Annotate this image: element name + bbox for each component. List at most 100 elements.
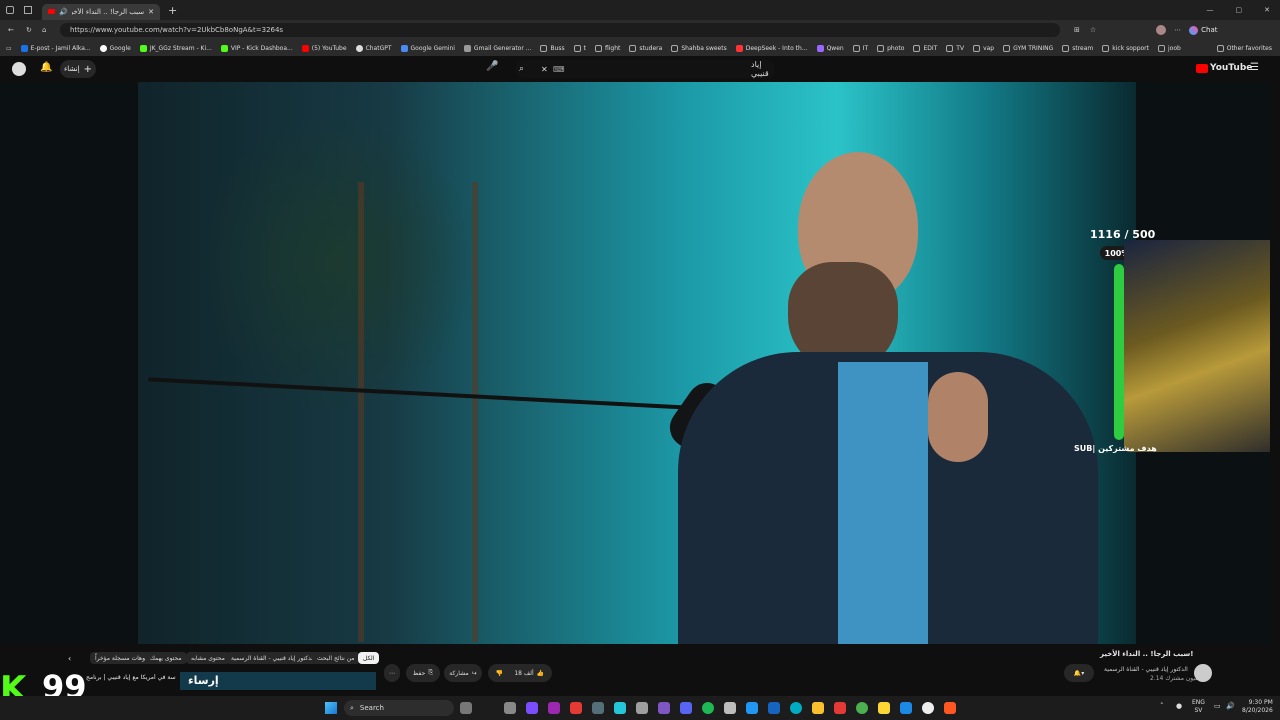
app-icon[interactable]: [724, 702, 736, 714]
bookmark-folder[interactable]: joob: [1158, 44, 1181, 52]
bookmark-folder[interactable]: Buss: [540, 44, 565, 52]
app-icon[interactable]: [526, 702, 538, 714]
brave-icon[interactable]: [944, 702, 956, 714]
channel-avatar[interactable]: [1194, 664, 1212, 682]
tab-close-icon[interactable]: ✕: [148, 8, 154, 16]
chrome-icon[interactable]: [856, 702, 868, 714]
home-icon[interactable]: ⌂: [42, 26, 46, 34]
start-button-icon[interactable]: [325, 702, 337, 714]
bookmark-item[interactable]: Gmail Generator ...: [463, 44, 531, 52]
bookmark-item[interactable]: JK_GGz Stream - Ki...: [139, 44, 212, 52]
app-icon[interactable]: [548, 702, 560, 714]
steam-icon[interactable]: [900, 702, 912, 714]
bookmark-item[interactable]: Google: [99, 44, 131, 52]
close-window-icon[interactable]: ✕: [1264, 6, 1270, 14]
app-icon[interactable]: [614, 702, 626, 714]
back-icon[interactable]: ←: [8, 26, 14, 34]
clock[interactable]: 9:30 PM 8/20/2026: [1242, 699, 1273, 715]
file-explorer-icon[interactable]: [878, 702, 890, 714]
bookmark-folder[interactable]: Shahba sweets: [671, 44, 727, 52]
bookmark-item[interactable]: Qwen: [816, 44, 844, 52]
account-avatar[interactable]: [12, 62, 26, 76]
minimize-icon[interactable]: —: [1207, 6, 1214, 14]
extensions-icon[interactable]: ⊞: [1074, 26, 1080, 34]
bookmark-item[interactable]: E-post - Jamil Alka...: [20, 44, 91, 52]
speaker-icon[interactable]: 🔊: [59, 8, 68, 16]
hamburger-menu-icon[interactable]: ☰: [1250, 62, 1259, 73]
app-icon[interactable]: [658, 702, 670, 714]
chips-prev-icon[interactable]: ‹: [68, 654, 71, 663]
taskbar-search[interactable]: ⌕ Search: [344, 700, 454, 716]
subscribe-bell-button[interactable]: 🔔▾: [1064, 664, 1094, 682]
tab-youtube[interactable]: 🔊 سبب الرجا! .. النداء الأخيرا ✕: [42, 3, 160, 20]
app-icon[interactable]: [922, 702, 934, 714]
volume-icon[interactable]: 🔊: [1226, 702, 1235, 710]
window-menu-icon[interactable]: [6, 6, 14, 14]
chip-for-you[interactable]: محتوى يهمك: [145, 652, 187, 664]
maximize-icon[interactable]: ▢: [1236, 6, 1243, 14]
language-indicator[interactable]: ENG SV: [1192, 699, 1205, 715]
copilot-icon[interactable]: [1189, 25, 1199, 35]
dislike-icon[interactable]: 👎: [496, 670, 503, 677]
bookmark-folder[interactable]: studera: [629, 44, 662, 52]
task-view-icon[interactable]: [460, 702, 472, 714]
bookmark-item[interactable]: VIP - Kick Dashboa...: [220, 44, 293, 52]
tab-actions-icon[interactable]: [24, 6, 32, 14]
app-icon[interactable]: [636, 702, 648, 714]
bookmark-folder[interactable]: EDIT: [913, 44, 937, 52]
bookmark-folder[interactable]: photo: [877, 44, 904, 52]
profile-avatar[interactable]: [1156, 25, 1167, 35]
bookmark-folder[interactable]: kick sopport: [1102, 44, 1149, 52]
rec-video-thumbnail[interactable]: إرساء: [180, 672, 376, 690]
notifications-icon[interactable]: 🔔: [40, 62, 52, 73]
spotify-icon[interactable]: [702, 702, 714, 714]
clear-search-icon[interactable]: ✕: [541, 65, 548, 74]
keyboard-icon[interactable]: ⌨: [553, 65, 565, 74]
url-field[interactable]: https://www.youtube.com/watch?v=2UkbCb8o…: [60, 23, 1060, 37]
app-icon[interactable]: [834, 702, 846, 714]
tray-icon[interactable]: ●: [1176, 702, 1182, 710]
youtube-logo[interactable]: YouTube: [1196, 63, 1252, 73]
channel-name[interactable]: الدكتور إياد قنيبي - القناة الرسمية: [1104, 666, 1188, 673]
bookmark-folder[interactable]: vap: [973, 44, 994, 52]
chip-search-results[interactable]: من نتائج البحث: [312, 652, 360, 664]
app-icon[interactable]: [680, 702, 692, 714]
app-icon[interactable]: [746, 702, 758, 714]
bookmark-folder[interactable]: stream: [1062, 44, 1093, 52]
more-actions-button[interactable]: ⋯: [384, 664, 400, 682]
tray-chevron-icon[interactable]: ˄: [1160, 702, 1164, 710]
search-icon[interactable]: ⌕: [519, 64, 524, 74]
share-button[interactable]: مشاركة ↪: [444, 664, 482, 682]
new-tab-button[interactable]: +: [168, 4, 177, 17]
settings-more-icon[interactable]: ⋯: [1174, 26, 1181, 34]
bookmark-item[interactable]: Google Gemini: [400, 44, 455, 52]
video-player[interactable]: 1116 / 500 100% SUB| هدف مشتركين: [0, 82, 1270, 644]
app-icon[interactable]: [768, 702, 780, 714]
refresh-icon[interactable]: ↻: [26, 26, 32, 34]
chip-all[interactable]: الكل: [358, 652, 380, 664]
bookmark-folder[interactable]: flight: [594, 44, 620, 52]
bookmark-folder[interactable]: GYM TRINING: [1003, 44, 1053, 52]
app-icon[interactable]: [570, 702, 582, 714]
voice-search-icon[interactable]: 🎤: [486, 61, 498, 72]
bookmark-folder[interactable]: IT: [852, 44, 868, 52]
bookmark-item[interactable]: DeepSeek - Into th...: [735, 44, 808, 52]
bookmark-item[interactable]: ChatGPT: [355, 44, 392, 52]
bookmark-folder[interactable]: t: [573, 44, 586, 52]
save-button[interactable]: حفظ ⎘: [406, 664, 440, 682]
app-icon[interactable]: [812, 702, 824, 714]
other-favorites[interactable]: Other favorites: [1216, 44, 1272, 52]
network-icon[interactable]: ▭: [1214, 702, 1221, 710]
favorites-icon[interactable]: ☆: [1090, 26, 1096, 34]
bookmark-menu-icon[interactable]: ▭: [6, 45, 12, 52]
like-icon[interactable]: 👍: [537, 670, 544, 677]
create-button[interactable]: إنشاء +: [60, 60, 96, 78]
app-icon[interactable]: [504, 702, 516, 714]
search-input[interactable]: ⌕ ✕ ⌨ إياد قنيبي: [515, 60, 775, 78]
bookmark-folder[interactable]: TV: [946, 44, 964, 52]
chat-label[interactable]: Chat: [1201, 26, 1217, 34]
bookmark-item[interactable]: (5) YouTube: [301, 44, 347, 52]
chip-similar[interactable]: محتوى مشابه: [186, 652, 230, 664]
edge-icon[interactable]: [790, 702, 802, 714]
app-icon[interactable]: [592, 702, 604, 714]
